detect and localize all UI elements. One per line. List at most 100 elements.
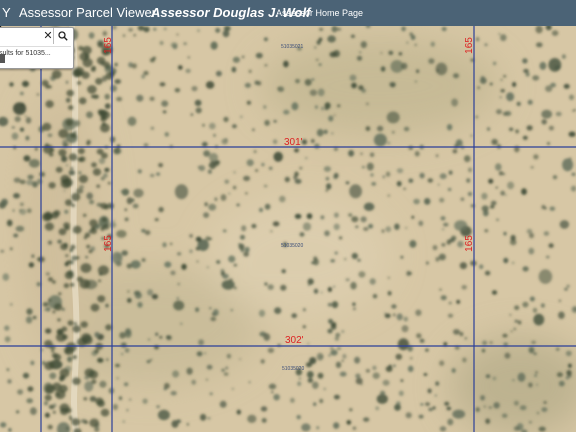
shrub	[149, 96, 155, 102]
shrub	[313, 288, 319, 294]
close-icon[interactable]: ✕	[43, 29, 53, 43]
shrub	[522, 266, 529, 272]
shrub	[454, 220, 468, 232]
shrub	[562, 158, 574, 172]
shrub	[87, 85, 97, 94]
shrub	[467, 191, 473, 197]
shrub	[11, 126, 15, 129]
shrub	[490, 200, 497, 206]
shrub	[101, 217, 107, 222]
shrub	[112, 220, 115, 222]
shrub	[45, 307, 51, 312]
shrub	[294, 148, 299, 153]
shrub	[233, 171, 236, 174]
shrub	[504, 352, 511, 359]
shrub	[209, 122, 216, 130]
shrub	[414, 43, 417, 46]
shrub	[393, 364, 396, 368]
shrub	[220, 194, 227, 201]
shrub	[548, 58, 562, 72]
shrub	[98, 157, 106, 165]
shrub	[434, 394, 437, 397]
shrub	[53, 210, 61, 216]
shrub	[483, 405, 486, 408]
map-view[interactable]: 165 165 301' 165 165 302' 51035021 51035…	[0, 26, 576, 432]
shrub	[206, 364, 213, 370]
assessor-home-link[interactable]: Assessor Home Page	[276, 8, 363, 18]
shrub	[270, 230, 273, 233]
shrub	[283, 109, 290, 115]
shrub	[371, 182, 377, 186]
shrub	[47, 240, 53, 245]
shrub	[203, 150, 211, 157]
shrub	[382, 379, 390, 386]
shrub	[358, 271, 366, 278]
shrub	[541, 119, 547, 125]
shrub	[247, 414, 257, 423]
shrub	[403, 187, 406, 190]
shrub	[91, 379, 97, 385]
shrub	[47, 424, 53, 430]
shrub	[388, 50, 394, 55]
shrub	[406, 270, 411, 277]
shrub	[307, 278, 314, 285]
shrub	[504, 111, 512, 116]
shrub	[84, 232, 91, 238]
shrub	[416, 69, 420, 73]
shrub	[418, 414, 424, 419]
shrub	[277, 87, 280, 90]
shrub	[261, 418, 267, 423]
shrub	[535, 371, 538, 374]
parcel-number[interactable]: 51035021	[281, 44, 303, 50]
shrub	[42, 302, 49, 307]
shrub	[464, 155, 471, 163]
shrub	[85, 256, 88, 259]
shrub	[25, 316, 33, 324]
shrub	[267, 347, 275, 353]
shrub	[360, 216, 367, 223]
shrub	[359, 51, 362, 54]
shrub	[324, 230, 330, 237]
search-button[interactable]	[53, 28, 72, 44]
shrub	[228, 192, 231, 195]
shrub	[341, 330, 345, 333]
shrub	[231, 66, 237, 73]
shrub	[531, 340, 536, 344]
shrub	[346, 420, 352, 425]
shrub	[500, 34, 507, 42]
shrub	[210, 41, 218, 50]
shrub	[532, 75, 540, 81]
shrub	[316, 128, 324, 137]
shrub	[331, 301, 339, 309]
shrub	[453, 73, 459, 79]
shrub	[229, 278, 233, 282]
shrub	[304, 78, 312, 86]
shrub	[221, 280, 235, 290]
shrub	[360, 41, 367, 49]
shrub	[183, 42, 187, 45]
shrub	[264, 282, 268, 286]
shrub	[152, 56, 156, 60]
shrub	[208, 203, 217, 211]
shrub	[320, 215, 325, 220]
search-results-text[interactable]: sults for 51035...	[0, 46, 71, 57]
shrub	[541, 204, 546, 210]
shrub	[177, 282, 180, 286]
shrub	[101, 122, 106, 126]
parcel-number[interactable]: 51035020	[281, 243, 303, 249]
shrub	[403, 316, 409, 322]
shrub	[427, 388, 432, 394]
shrub	[64, 271, 74, 280]
shrub	[360, 152, 363, 155]
shrub	[107, 181, 111, 185]
shrub	[253, 150, 257, 153]
shrub	[462, 357, 467, 363]
shrub	[78, 45, 84, 51]
shrub	[52, 280, 56, 284]
parcel-number[interactable]: 51035020	[282, 366, 304, 372]
shrub	[32, 315, 37, 320]
shrub	[548, 125, 555, 131]
shrub	[479, 264, 484, 269]
shrub	[169, 242, 173, 245]
shrub	[529, 232, 534, 239]
